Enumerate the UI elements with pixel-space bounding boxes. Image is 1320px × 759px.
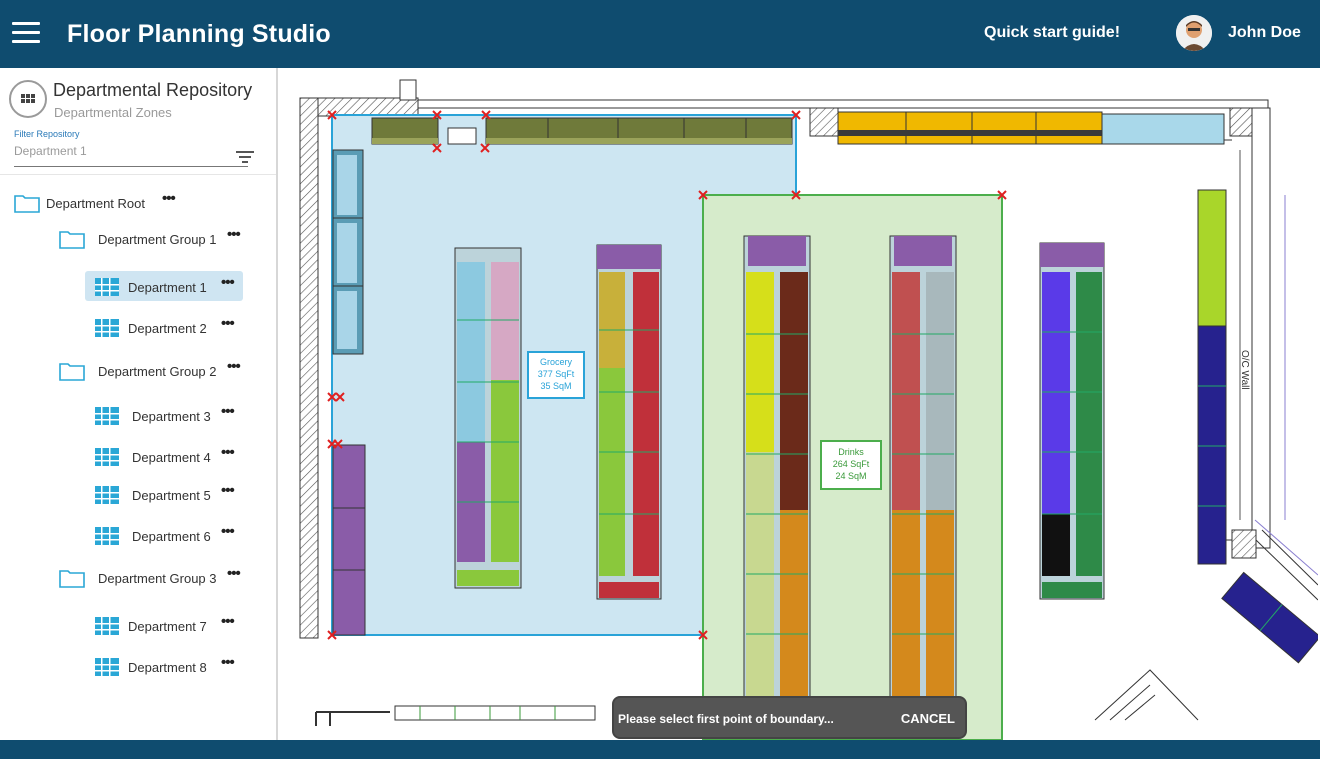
more-options-icon[interactable]: ••• xyxy=(221,274,235,291)
zone-name: Grocery xyxy=(539,357,572,367)
gondola-3[interactable] xyxy=(743,235,811,707)
tree-item-label: Department 2 xyxy=(128,321,207,336)
grid-department-icon xyxy=(95,616,119,639)
grocery-zone-label[interactable]: Grocery 377 SqFt 35 SqM xyxy=(527,351,585,399)
zone-sqft: 264 SqFt xyxy=(832,459,870,469)
tree-item-group-3[interactable]: Department Group 3 ••• xyxy=(59,565,249,591)
filter-underline xyxy=(14,166,248,167)
more-options-icon[interactable]: ••• xyxy=(227,358,241,375)
repository-subtitle: Departmental Zones xyxy=(54,105,172,120)
more-options-icon[interactable]: ••• xyxy=(221,444,235,461)
tree-item-label: Department Group 3 xyxy=(98,571,217,586)
grid-department-icon xyxy=(95,526,119,549)
filter-icon[interactable] xyxy=(236,150,254,164)
filter-input[interactable]: Department 1 xyxy=(14,144,87,158)
zone-sqft: 377 SqFt xyxy=(537,369,575,379)
repository-title: Departmental Repository xyxy=(53,80,253,100)
repository-icon xyxy=(9,80,47,118)
tree-item-department-3[interactable]: Department 3 ••• xyxy=(95,403,245,429)
tree-item-label: Department Group 1 xyxy=(98,232,217,247)
tree-item-label: Department 5 xyxy=(132,488,211,503)
folder-icon xyxy=(59,229,85,252)
tree-item-label: Department 4 xyxy=(132,450,211,465)
more-options-icon[interactable]: ••• xyxy=(227,565,241,582)
floor-plan-canvas[interactable]: Grocery 377 SqFt 35 SqM Drinks 264 SqFt … xyxy=(278,68,1318,740)
grid-department-icon xyxy=(95,485,119,508)
tree-item-department-5[interactable]: Department 5 ••• xyxy=(95,482,245,508)
tree-item-group-2[interactable]: Department Group 2 ••• xyxy=(59,358,249,384)
zone-sqm: 35 SqM xyxy=(540,381,572,391)
tree-item-label: Department Root xyxy=(46,196,145,211)
tree-item-label: Department 8 xyxy=(128,660,207,675)
filter-label: Filter Repository xyxy=(14,129,80,139)
tree-item-department-8[interactable]: Department 8 ••• xyxy=(95,654,245,680)
tree-item-department-1[interactable]: Department 1 ••• xyxy=(95,274,245,300)
gondola-1[interactable] xyxy=(454,247,522,589)
wall-label: O/C Wall xyxy=(1239,350,1250,390)
tree-item-group-1[interactable]: Department Group 1 ••• xyxy=(59,226,249,252)
tree-item-department-4[interactable]: Department 4 ••• xyxy=(95,444,245,470)
more-options-icon[interactable]: ••• xyxy=(221,403,235,420)
grid-department-icon xyxy=(95,318,119,341)
folder-icon xyxy=(14,193,40,216)
tree-item-department-2[interactable]: Department 2 ••• xyxy=(95,315,245,341)
boundary-toast: Please select first point of boundary...… xyxy=(612,696,967,739)
zone-name: Drinks xyxy=(838,447,864,457)
more-options-icon[interactable]: ••• xyxy=(162,190,176,207)
more-options-icon[interactable]: ••• xyxy=(221,315,235,332)
tree-item-department-7[interactable]: Department 7 ••• xyxy=(95,613,245,639)
cancel-button[interactable]: CANCEL xyxy=(901,711,955,726)
folder-icon xyxy=(59,361,85,384)
department-sidebar: Departmental Repository Departmental Zon… xyxy=(0,68,278,740)
tree-item-label: Department 3 xyxy=(132,409,211,424)
folder-icon xyxy=(59,568,85,591)
user-name[interactable]: John Doe xyxy=(1228,24,1301,42)
tree-item-label: Department Group 2 xyxy=(98,364,217,379)
avatar[interactable] xyxy=(1176,15,1212,51)
bottom-bar xyxy=(0,740,1320,759)
grid-department-icon xyxy=(95,447,119,470)
floor-plan-drawing[interactable] xyxy=(278,68,1318,740)
quick-start-link[interactable]: Quick start guide! xyxy=(984,24,1120,42)
tree-item-label: Department 7 xyxy=(128,619,207,634)
sidebar-divider xyxy=(0,174,276,175)
more-options-icon[interactable]: ••• xyxy=(221,613,235,630)
grid-department-icon xyxy=(95,406,119,429)
more-options-icon[interactable]: ••• xyxy=(221,482,235,499)
tree-item-label: Department 1 xyxy=(128,280,207,295)
drinks-zone-label[interactable]: Drinks 264 SqFt 24 SqM xyxy=(820,440,882,490)
gondola-5[interactable] xyxy=(1039,242,1105,600)
zone-sqm: 24 SqM xyxy=(835,471,867,481)
tree-item-label: Department 6 xyxy=(132,529,211,544)
tree-item-department-6[interactable]: Department 6 ••• xyxy=(95,523,245,549)
app-title: Floor Planning Studio xyxy=(67,20,331,48)
top-app-bar: Floor Planning Studio Quick start guide!… xyxy=(0,0,1320,68)
gondola-4[interactable] xyxy=(889,235,957,707)
tree-item-department-root[interactable]: Department Root ••• xyxy=(14,190,214,216)
grid-department-icon xyxy=(95,657,119,680)
menu-icon[interactable] xyxy=(12,22,40,44)
more-options-icon[interactable]: ••• xyxy=(221,654,235,671)
more-options-icon[interactable]: ••• xyxy=(227,226,241,243)
grid-department-icon xyxy=(95,277,119,300)
more-options-icon[interactable]: ••• xyxy=(221,523,235,540)
gondola-2[interactable] xyxy=(596,244,662,600)
toast-message: Please select first point of boundary... xyxy=(618,712,834,726)
